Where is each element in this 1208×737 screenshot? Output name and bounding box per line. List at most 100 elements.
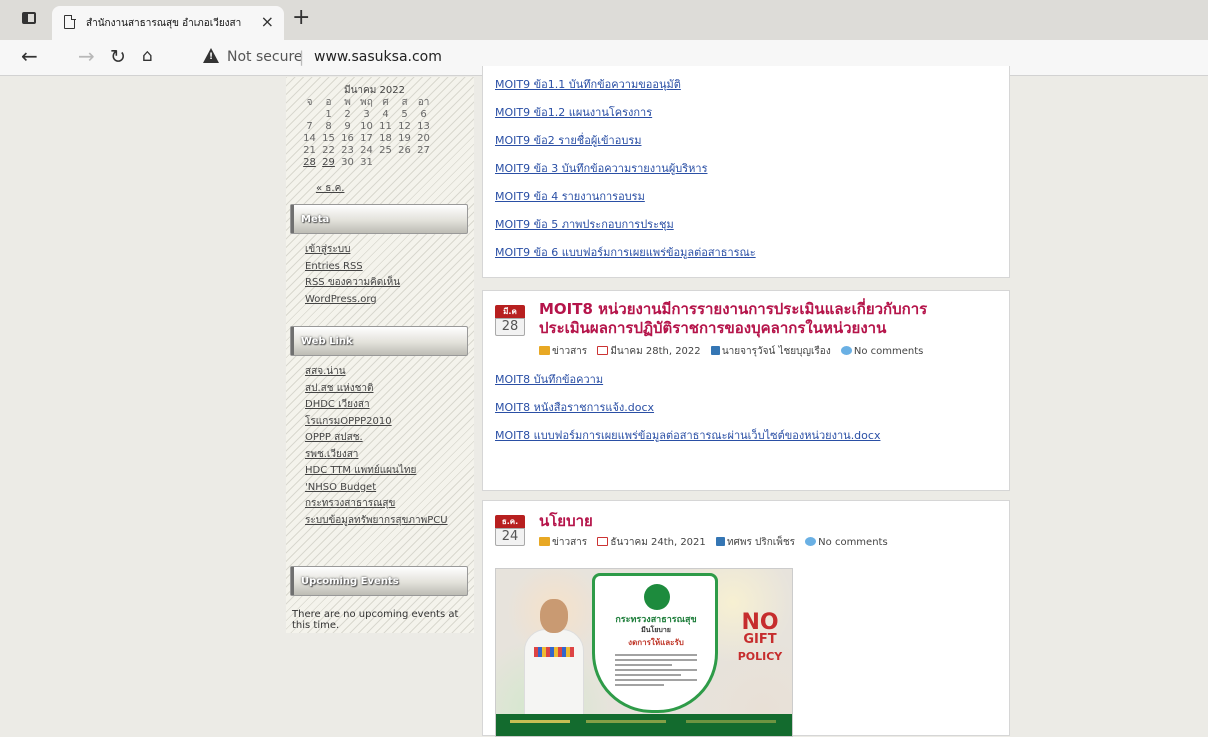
- calendar-day: 21: [303, 145, 316, 156]
- calendar-day: 25: [379, 145, 392, 156]
- meta-link[interactable]: WordPress.org: [305, 292, 400, 309]
- calendar-day: 22: [322, 145, 335, 156]
- date-badge: ธ.ค. 24: [495, 515, 525, 546]
- calendar-day: 4: [382, 109, 389, 120]
- date-day: 28: [495, 318, 525, 336]
- calendar-day: [376, 157, 395, 169]
- weblink-link[interactable]: สป.สช แห่งชาติ: [305, 381, 448, 398]
- doc-link-list: MOIT9 ข้อ1.1 บันทึกข้อความขออนุมัติ MOIT9…: [495, 75, 756, 271]
- forward-arrow-icon[interactable]: →: [78, 44, 95, 68]
- folder-icon: [539, 346, 550, 355]
- attachment-link[interactable]: MOIT8 แบบฟอร์มการเผยแพร่ข้อมูลต่อสาธารณะ…: [495, 426, 880, 454]
- calendar-day: 19: [398, 133, 411, 144]
- calendar-day: 12: [398, 121, 411, 132]
- calendar-day: 24: [360, 145, 373, 156]
- weblink-link[interactable]: โรแกรมOPPP2010: [305, 414, 448, 431]
- meta-links: เข้าสู่ระบบ Entries RSS RSS ของความคิดเห็น…: [305, 242, 400, 308]
- weblink-link[interactable]: HDC TTM แพทย์แผนไทย: [305, 463, 448, 480]
- doc-link[interactable]: MOIT9 ข้อ1.1 บันทึกข้อความขออนุมัติ: [495, 75, 756, 103]
- weblink-link[interactable]: DHDC เวียงสา: [305, 397, 448, 414]
- post-comments[interactable]: No comments: [854, 346, 924, 357]
- calendar-day: 30: [341, 157, 354, 168]
- calendar-day[interactable]: 28: [300, 157, 319, 169]
- calendar-day: 5: [401, 109, 408, 120]
- meta-link[interactable]: RSS ของความคิดเห็น: [305, 275, 400, 292]
- author-icon: [715, 537, 725, 546]
- address-bar[interactable]: www.sasuksa.com: [314, 49, 442, 65]
- date-month: ธ.ค.: [495, 515, 525, 528]
- meta-link[interactable]: เข้าสู่ระบบ: [305, 242, 400, 259]
- calendar-day: [300, 109, 319, 121]
- calendar-title: มีนาคม 2022: [344, 85, 405, 96]
- calendar-weekday: ศ: [382, 97, 389, 108]
- page-icon: [64, 14, 76, 29]
- calendar-week-row: 21 22 23 24 25 26 27: [300, 145, 433, 157]
- calendar-day: 16: [341, 133, 354, 144]
- home-icon[interactable]: ⌂: [142, 46, 153, 66]
- calendar-weekday: จ: [306, 97, 313, 108]
- policy-shield: กระทรวงสาธารณสุข มีนโยบาย งดการให้และรับ: [592, 573, 718, 713]
- sidebar: มีนาคม 2022 จอพพฤศสอา 1 2 3 4 5 6 7 8 9 10 11 12 13 14…: [286, 77, 474, 633]
- weblink-link[interactable]: ระบบข้อมูลทรัพยากรสุขภาพPCU: [305, 513, 448, 530]
- weblink-link[interactable]: สสจ.น่าน: [305, 364, 448, 381]
- post-title[interactable]: MOIT8 หน่วยงานมีการรายงานการประเมินและเก…: [539, 300, 927, 338]
- calendar-day: 26: [398, 145, 411, 156]
- poster-ministry-text: กระทรวงสาธารณสุข: [615, 615, 697, 625]
- calendar-day: [395, 157, 414, 169]
- doc-link[interactable]: MOIT9 ข้อ 5 ภาพประกอบการประชุม: [495, 215, 756, 243]
- calendar-day: 8: [325, 121, 332, 132]
- weblink-link[interactable]: กระทรวงสาธารณสุข: [305, 496, 448, 513]
- doc-link[interactable]: MOIT9 ข้อ2 รายชื่อผู้เข้าอบรม: [495, 131, 756, 159]
- weblink-link[interactable]: OPPP สปสช.: [305, 430, 448, 447]
- post-date: ธันวาคม 24th, 2021: [610, 537, 706, 548]
- meta-link[interactable]: Entries RSS: [305, 259, 400, 276]
- calendar-weekday-row: จ อ พ พฤ ศ ส อา: [300, 97, 433, 109]
- doc-link[interactable]: MOIT9 ข้อ 4 รายงานการอบรม: [495, 187, 756, 215]
- new-tab-button[interactable]: +: [292, 5, 310, 30]
- post-category[interactable]: ข่าวสาร: [552, 537, 587, 548]
- calendar-week-row: 7 8 9 10 11 12 13: [300, 121, 433, 133]
- calendar-day: 20: [417, 133, 430, 144]
- weblink-heading: Web Link: [290, 326, 468, 356]
- calendar-day-link[interactable]: 29: [322, 157, 335, 168]
- calendar-day-link[interactable]: 28: [303, 157, 316, 168]
- calendar-day: 3: [363, 109, 370, 120]
- browser-tab[interactable]: สำนักงานสาธารณสุข อำเภอเวียงสา ×: [52, 6, 284, 40]
- security-label[interactable]: Not secure: [227, 49, 303, 65]
- doc-link[interactable]: MOIT9 ข้อ 3 บันทึกข้อความรายงานผู้บริหาร: [495, 159, 756, 187]
- attachment-link[interactable]: MOIT8 บันทึกข้อความ: [495, 370, 880, 398]
- events-heading: Upcoming Events: [290, 566, 468, 596]
- portrait-figure: [524, 599, 584, 729]
- calendar-prev-link[interactable]: « ธ.ค.: [316, 181, 344, 196]
- close-tab-icon[interactable]: ×: [261, 12, 274, 31]
- calendar-icon: [597, 346, 609, 355]
- poster-footer-banner: [496, 714, 792, 736]
- warning-icon[interactable]: !: [203, 48, 219, 63]
- calendar-day: [414, 157, 433, 169]
- date-badge: มี.ค 28: [495, 305, 525, 336]
- post-moit8: มี.ค 28 MOIT8 หน่วยงานมีการรายงานการประเ…: [482, 290, 1010, 491]
- comment-icon: [805, 537, 817, 546]
- post-attachment-links: MOIT8 บันทึกข้อความ MOIT8 หนังสือราชการแจ…: [495, 370, 880, 454]
- post-title[interactable]: นโยบาย: [539, 512, 593, 531]
- calendar-day: 27: [417, 145, 430, 156]
- calendar-day: 31: [360, 157, 373, 168]
- calendar-weekday: พฤ: [360, 97, 373, 108]
- back-arrow-icon[interactable]: ←: [21, 44, 38, 68]
- calendar-day: 7: [306, 121, 313, 132]
- calendar-day: 1: [325, 109, 332, 120]
- poster-nogift-line: งดการให้และรับ: [628, 638, 684, 647]
- post-category[interactable]: ข่าวสาร: [552, 346, 587, 357]
- weblink-link[interactable]: รพช.เวียงสา: [305, 447, 448, 464]
- doc-link[interactable]: MOIT9 ข้อ1.2 แผนงานโครงการ: [495, 103, 756, 131]
- doc-link[interactable]: MOIT9 ข้อ 6 แบบฟอร์มการเผยแพร่ข้อมูลต่อส…: [495, 243, 756, 271]
- calendar-day: 18: [379, 133, 392, 144]
- attachment-link[interactable]: MOIT8 หนังสือราชการแจ้ง.docx: [495, 398, 880, 426]
- policy-poster-image[interactable]: กระทรวงสาธารณสุข มีนโยบาย งดการให้และรับ…: [495, 568, 793, 737]
- tab-actions-icon[interactable]: [22, 12, 36, 24]
- weblink-link[interactable]: 'NHSO Budget: [305, 480, 448, 497]
- post-comments[interactable]: No comments: [818, 537, 888, 548]
- date-month: มี.ค: [495, 305, 525, 318]
- calendar-day[interactable]: 29: [319, 157, 338, 169]
- reload-icon[interactable]: ↻: [110, 46, 126, 68]
